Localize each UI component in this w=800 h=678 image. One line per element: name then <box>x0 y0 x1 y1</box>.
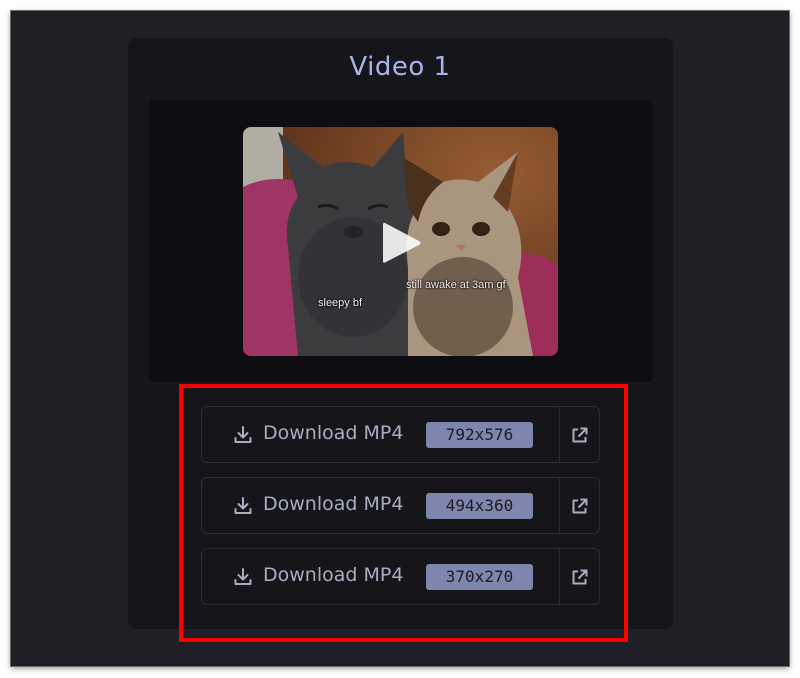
video-title: Video 1 <box>349 52 451 82</box>
highlight-box <box>179 384 628 642</box>
play-icon[interactable] <box>379 219 423 267</box>
thumbnail-caption-right: still awake at 3am gf <box>406 279 506 291</box>
video-thumbnail[interactable]: sleepy bf still awake at 3am gf <box>243 127 558 356</box>
thumbnail-caption-left: sleepy bf <box>318 297 363 309</box>
